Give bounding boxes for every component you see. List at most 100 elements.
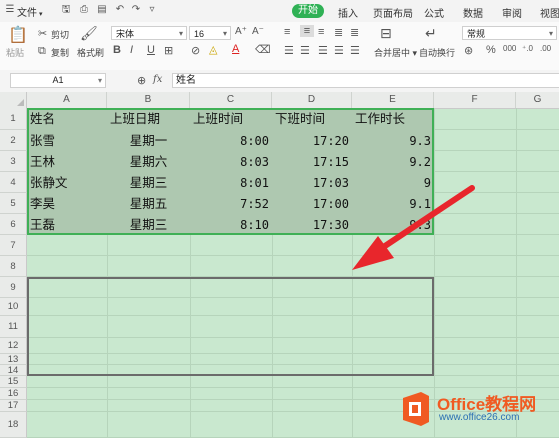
file-menu-label: 文件 [17, 8, 37, 19]
align-left-icon[interactable]: ☰ [284, 44, 294, 57]
align-middle-icon[interactable]: ≡ [300, 25, 314, 37]
row-header[interactable]: 2 [0, 130, 27, 151]
annotation-arrow-icon [352, 185, 475, 270]
row-header[interactable]: 11 [0, 316, 27, 338]
tab-insert[interactable]: 插入 [338, 5, 358, 20]
office26-logo: Office教程网 www.office26.com [397, 388, 555, 432]
office-logo-icon [403, 392, 429, 426]
print-preview-icon[interactable]: ▤ [96, 4, 108, 16]
name-box[interactable]: A1 ▾ [10, 73, 106, 88]
empty-bordered-range[interactable] [27, 277, 434, 376]
row-header[interactable]: 9 [0, 277, 27, 298]
wrap-text-button[interactable]: 自动换行 [419, 46, 455, 59]
decrease-font-icon[interactable]: A⁻ [252, 26, 264, 37]
font-size-value: 16 [194, 29, 205, 39]
watermark-url: www.office26.com [439, 412, 520, 423]
sheet-grid[interactable]: A B C D E F G 1 2 3 4 5 6 7 8 9 10 11 12 13 14 15 16 17 1… [0, 92, 559, 438]
row-header[interactable]: 8 [0, 256, 27, 277]
hamburger-menu-icon[interactable]: ☰ [4, 4, 16, 16]
font-color-icon[interactable]: A [232, 43, 239, 55]
column-header-g[interactable]: G [516, 92, 559, 108]
align-right-icon[interactable]: ☰ [318, 44, 328, 57]
tab-data[interactable]: 数据 [463, 5, 483, 20]
indent-icon[interactable]: ≣ [350, 26, 359, 39]
merge-center-icon[interactable]: ⊟ [380, 25, 392, 42]
row-header[interactable]: 14 [0, 365, 27, 376]
font-name-select[interactable]: 宋体 ▾ [111, 26, 187, 40]
name-box-value: A1 [52, 75, 64, 85]
border-icon[interactable]: ⊞ [164, 44, 173, 57]
paste-button[interactable]: 粘贴 [6, 46, 24, 59]
copy-button[interactable]: 复制 [51, 46, 69, 59]
number-format-value: 常规 [467, 29, 486, 39]
copy-icon[interactable]: ⧉ [38, 45, 46, 58]
font-name-value: 宋体 [116, 29, 135, 39]
dropdown-icon[interactable]: ▿ [146, 4, 158, 16]
row-header[interactable]: 6 [0, 214, 27, 235]
highlight-icon[interactable]: ◬ [209, 43, 217, 56]
wrap-text-icon[interactable]: ↵ [425, 25, 437, 42]
file-menu[interactable]: 文件 ▾ [17, 4, 42, 19]
font-size-select[interactable]: 16 ▾ [189, 26, 231, 40]
print-icon[interactable]: ⎙ [78, 4, 90, 16]
increase-decimal-icon[interactable]: ⁺.0 [522, 44, 533, 53]
currency-icon[interactable]: ⊛ [464, 44, 473, 57]
select-all-corner[interactable] [0, 92, 27, 108]
orientation-icon[interactable]: ≣ [334, 26, 343, 39]
row-header[interactable]: 16 [0, 388, 27, 400]
row-header[interactable]: 18 [0, 412, 27, 438]
column-header-d[interactable]: D [272, 92, 352, 108]
row-header[interactable]: 3 [0, 151, 27, 172]
row-header[interactable]: 5 [0, 193, 27, 214]
merge-center-label: 合并居中 [374, 48, 411, 58]
percent-icon[interactable]: % [486, 44, 496, 56]
paste-icon[interactable]: 📋 [8, 25, 28, 45]
align-center-icon[interactable]: ☰ [300, 44, 310, 57]
column-header-f[interactable]: F [434, 92, 516, 108]
column-header-c[interactable]: C [190, 92, 272, 108]
redo-icon[interactable]: ↷ [130, 4, 142, 16]
zoom-icon[interactable]: ⊕ [137, 74, 146, 87]
decrease-decimal-icon[interactable]: .00 [540, 44, 551, 53]
tab-formula[interactable]: 公式 [424, 5, 444, 20]
format-painter-icon[interactable]: 🖌 [80, 25, 98, 42]
italic-icon[interactable]: I [130, 44, 133, 56]
cut-icon[interactable]: ✂ [38, 27, 47, 40]
increase-font-icon[interactable]: A⁺ [235, 26, 247, 37]
justify-icon[interactable]: ☰ [334, 44, 344, 57]
merge-center-button[interactable]: 合并居中 ▾ [374, 46, 417, 59]
row-header[interactable]: 12 [0, 338, 27, 354]
tab-view[interactable]: 视图 [540, 5, 559, 20]
row-header[interactable]: 1 [0, 108, 27, 130]
format-painter-button[interactable]: 格式刷 [77, 46, 104, 59]
row-header[interactable]: 13 [0, 354, 27, 365]
ribbon-toolbar: 📋 粘贴 ✂ 剪切 ⧉ 复制 🖌 格式刷 宋体 ▾ 16 ▾ A⁺ A⁻ B I U… [0, 22, 559, 71]
column-header-b[interactable]: B [107, 92, 190, 108]
menu-bar: ☰ 文件 ▾ 🖫 ⎙ ▤ ↶ ↷ ▿ 开始 插入 页面布局 公式 数据 审阅 视… [0, 0, 559, 22]
cut-button[interactable]: 剪切 [51, 28, 69, 41]
row-header[interactable]: 4 [0, 172, 27, 193]
row-header[interactable]: 10 [0, 298, 27, 316]
align-top-icon[interactable]: ≡ [284, 26, 290, 38]
fx-icon[interactable]: fx [153, 74, 162, 85]
number-format-select[interactable]: 常规 ▾ [462, 26, 557, 40]
undo-icon[interactable]: ↶ [114, 4, 126, 16]
tab-start[interactable]: 开始 [292, 4, 324, 18]
row-header[interactable]: 17 [0, 400, 27, 412]
column-headers: A B C D E F G [0, 92, 559, 109]
thousands-icon[interactable]: 000 [503, 44, 516, 53]
tab-review[interactable]: 审阅 [502, 5, 522, 20]
row-header[interactable]: 15 [0, 376, 27, 388]
column-header-a[interactable]: A [27, 92, 107, 108]
bold-icon[interactable]: B [113, 44, 121, 56]
tab-page-layout[interactable]: 页面布局 [373, 5, 413, 20]
distributed-icon[interactable]: ☰ [350, 44, 360, 57]
fill-color-icon[interactable]: ⊘ [191, 44, 200, 57]
save-icon[interactable]: 🖫 [60, 4, 72, 16]
underline-icon[interactable]: U [147, 44, 155, 56]
column-header-e[interactable]: E [352, 92, 434, 108]
align-bottom-icon[interactable]: ≡ [318, 26, 324, 38]
row-header[interactable]: 7 [0, 235, 27, 256]
formula-input[interactable]: 姓名 [172, 73, 559, 88]
clear-format-icon[interactable]: ⌫ [255, 43, 271, 56]
